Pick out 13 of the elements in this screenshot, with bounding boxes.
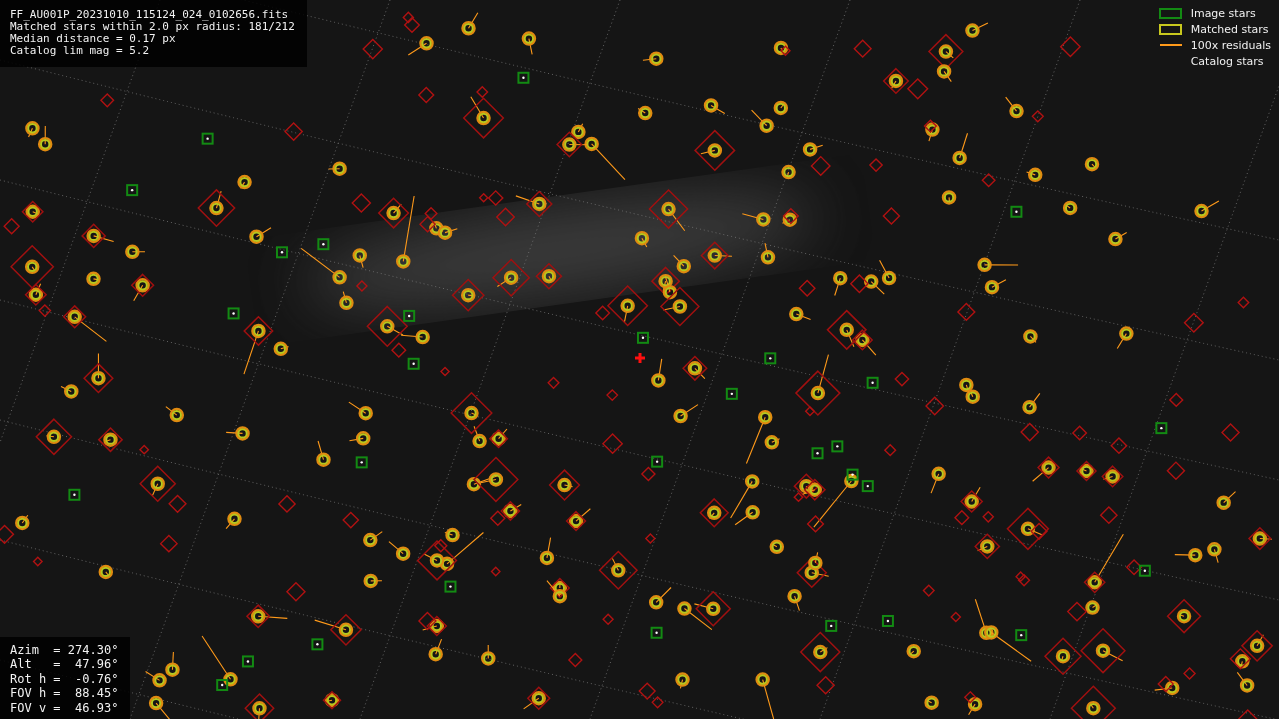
legend-label: Image stars bbox=[1190, 6, 1256, 20]
pointing-text: FOV h = 88.45° bbox=[10, 686, 119, 701]
pointing-text: Rot h = -0.76° bbox=[10, 671, 119, 686]
info-text: Matched stars within 2.0 px radius: 181/212 bbox=[10, 21, 295, 33]
pointing-text: Alt = 47.96° bbox=[10, 657, 119, 672]
pointing-text: FOV v = 46.93° bbox=[10, 700, 119, 715]
legend-label: 100x residuals bbox=[1190, 38, 1271, 52]
legend-label: Matched stars bbox=[1190, 22, 1269, 36]
legend-label: Catalog stars bbox=[1190, 54, 1264, 68]
pointing-text: Azim = 274.30° bbox=[10, 642, 119, 657]
info-text: FF_AU001P_20231010_115124_024_0102656.fits bbox=[10, 9, 290, 21]
info-text: Median distance = 0.17 px bbox=[10, 33, 177, 45]
info-text: Catalog lim mag = 5.2 bbox=[10, 45, 151, 57]
